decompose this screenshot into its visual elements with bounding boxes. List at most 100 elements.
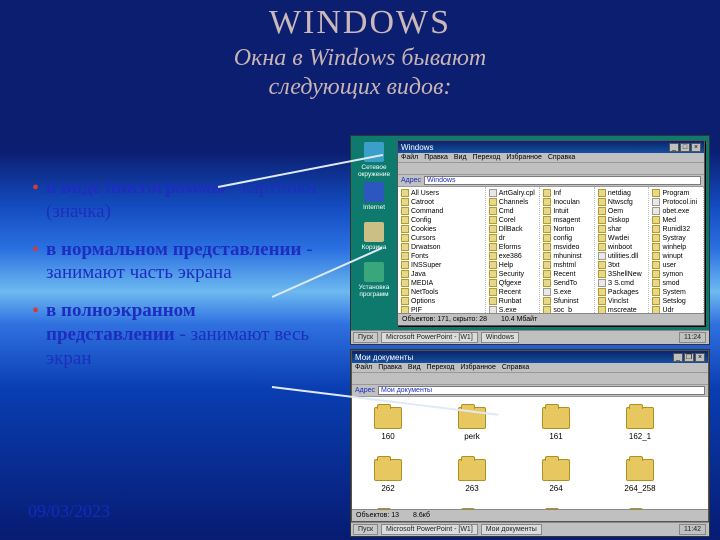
file-item: Oem	[598, 207, 646, 215]
folder-label: 263	[442, 484, 502, 493]
folder-icon	[489, 270, 497, 278]
folder-icon	[401, 306, 409, 313]
menu-item: Вид	[408, 364, 421, 371]
folder-icon	[401, 207, 409, 215]
file-item: Wwdei	[598, 234, 646, 242]
address-label: Адрес	[401, 177, 421, 184]
explorer-window-max: Мои документы _❐× Файл Правка Вид Перехо…	[351, 350, 709, 522]
file-item: winboot	[598, 243, 646, 251]
folder-icon	[543, 189, 551, 197]
file-item: SendTo	[543, 279, 591, 287]
window-toolbar	[352, 373, 708, 385]
file-item: Cookies	[401, 225, 482, 233]
file-label: Cmd	[499, 208, 514, 215]
file-label: Config	[411, 217, 431, 224]
folder-icon	[543, 261, 551, 269]
folder-icon	[598, 216, 606, 224]
file-item: INSSuper	[401, 261, 482, 269]
file-label: ArtGalry.cpl	[499, 190, 535, 197]
file-label: ЗShellNew	[608, 271, 642, 278]
taskbar-button: Microsoft PowerPoint - [W1]	[381, 524, 478, 535]
file-label: Med	[662, 217, 676, 224]
file-label: utilities.dll	[608, 253, 638, 260]
folder-icon	[598, 207, 606, 215]
folder-icon	[401, 261, 409, 269]
status-text: Объектов: 13	[356, 512, 399, 519]
restore-icon: ❐	[684, 353, 694, 362]
file-item: obet.exe	[652, 207, 700, 215]
file-label: PIF	[411, 307, 422, 314]
slide-date: 09/03/2023	[28, 501, 110, 522]
file-column: ProgramProtocol.iniobet.exeMedRunidl32Sy…	[649, 187, 704, 313]
file-item: Vinclst	[598, 297, 646, 305]
folder-icon	[598, 252, 606, 260]
file-label: System	[662, 289, 685, 296]
menu-item: Переход	[473, 154, 501, 161]
file-label: Eforms	[499, 244, 521, 251]
file-label: Udr	[662, 307, 673, 314]
window-statusbar: Объектов: 171, скрыто: 28 10.4 Мбайт	[398, 313, 704, 325]
menu-item: Правка	[424, 154, 448, 161]
file-label: Recent	[499, 289, 521, 296]
file-item: Channels	[489, 198, 537, 206]
file-label: Cursors	[411, 235, 436, 242]
folder-icon	[489, 225, 497, 233]
folder-icon	[598, 261, 606, 269]
file-label: Intuit	[553, 208, 568, 215]
folder-icon	[543, 243, 551, 251]
screenshot-windowed: Сетевое окружение Internet Корзина Устан…	[350, 135, 710, 345]
screenshot-maximized: Мои документы _❐× Файл Правка Вид Перехо…	[350, 349, 710, 537]
folder-icon	[543, 279, 551, 287]
file-item: mscreate	[598, 306, 646, 313]
file-label: Ntwscfg	[608, 199, 633, 206]
start-button: Пуск	[353, 332, 378, 343]
slide-title: WINDOWS	[0, 0, 720, 42]
folder-icon	[401, 234, 409, 242]
file-item: Recent	[489, 288, 537, 296]
folder-icon	[598, 225, 606, 233]
folder-icon	[652, 234, 660, 242]
folder-icon	[543, 207, 551, 215]
file-item: Зtxt	[598, 261, 646, 269]
folder-icon	[401, 297, 409, 305]
file-label: Oem	[608, 208, 623, 215]
folder-icon	[652, 243, 660, 251]
folder-icon	[598, 279, 606, 287]
file-item: Cursors	[401, 234, 482, 242]
file-item: mhuninst	[543, 252, 591, 260]
folder-icon	[489, 207, 497, 215]
subtitle-line2: следующих видов:	[269, 74, 452, 100]
window-menubar: Файл Правка Вид Переход Избранное Справк…	[352, 363, 708, 373]
file-item: MEDIA	[401, 279, 482, 287]
file-item: S.exe	[489, 306, 537, 313]
slide-subtitle: Окна в Windows бывают следующих видов:	[0, 44, 720, 102]
folder-icon	[374, 407, 402, 429]
file-item: Cmd	[489, 207, 537, 215]
folder-icon	[489, 216, 497, 224]
folder-icon	[401, 198, 409, 206]
menu-item: Файл	[355, 364, 372, 371]
file-label: exe386	[499, 253, 522, 260]
folder-label: 160	[358, 432, 418, 441]
folder-icon	[652, 279, 660, 287]
folder-icon	[543, 216, 551, 224]
file-item: winhelp	[652, 243, 700, 251]
folder-icon	[652, 252, 660, 260]
folder-icon	[401, 279, 409, 287]
menu-item: Переход	[427, 364, 455, 371]
folder-icon	[489, 252, 497, 260]
file-label: Catroot	[411, 199, 434, 206]
file-item: config	[543, 234, 591, 242]
file-item: Options	[401, 297, 482, 305]
file-label: winupt	[662, 253, 682, 260]
folder-icon	[543, 270, 551, 278]
folder-icon	[374, 459, 402, 481]
file-item: netdiag	[598, 189, 646, 197]
folder-icon	[652, 198, 660, 206]
bullet-list: в виде пиктограммы - картинки (значка) в…	[32, 176, 327, 384]
folder-icon	[543, 306, 551, 313]
file-label: config	[553, 235, 572, 242]
status-text: 10.4 Мбайт	[501, 316, 537, 323]
menu-item: Справка	[548, 154, 575, 161]
file-label: Recent	[553, 271, 575, 278]
